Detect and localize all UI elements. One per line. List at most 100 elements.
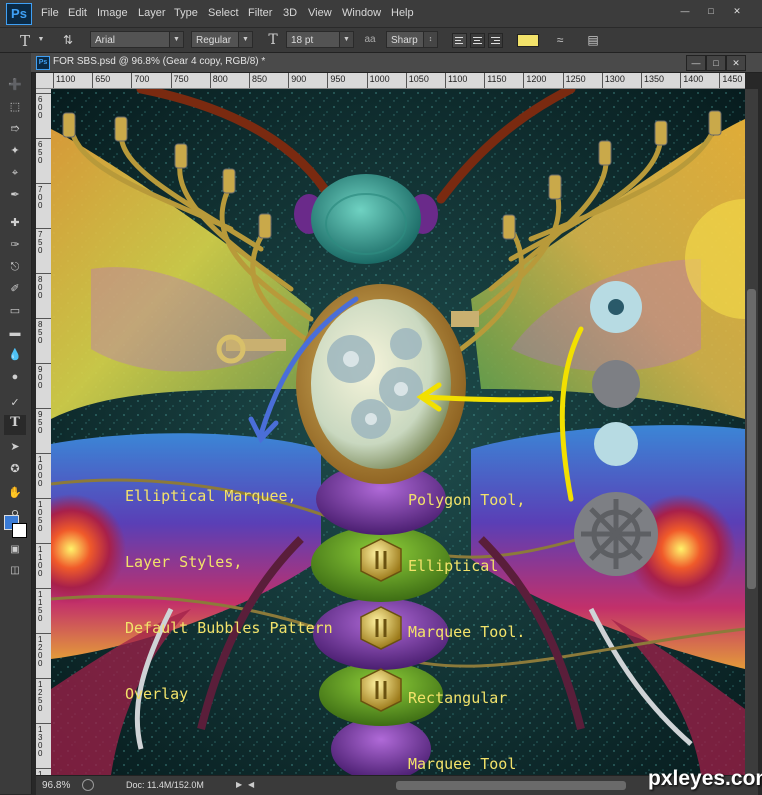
text-color-swatch[interactable]: [517, 34, 539, 47]
ruler-label: 800: [38, 275, 43, 300]
screen-mode-icon[interactable]: ◫: [4, 561, 26, 581]
document-size: Doc: 11.4M/152.0M: [126, 780, 204, 790]
ruler-label: 1050: [408, 74, 429, 84]
minimize-document-button[interactable]: —: [686, 55, 706, 71]
blur-tool-icon[interactable]: 💧: [4, 345, 26, 365]
antialias-icon: aa: [364, 34, 376, 45]
psd-file-icon: Ps: [36, 56, 50, 70]
menu-image[interactable]: Image: [97, 7, 128, 19]
ruler-tick: [36, 273, 51, 274]
annotation-line: Elliptical: [408, 557, 499, 575]
menu-filter[interactable]: Filter: [248, 7, 272, 19]
canvas-artwork[interactable]: Elliptical Marquee, Layer Styles, Defaul…: [51, 89, 745, 775]
menu-select[interactable]: Select: [208, 7, 239, 19]
close-document-button[interactable]: ✕: [726, 55, 746, 71]
menu-file[interactable]: File: [41, 7, 59, 19]
ruler-tick: [92, 73, 94, 88]
character-panel-icon[interactable]: ▤: [585, 32, 601, 48]
ruler-tick: [445, 73, 446, 88]
ruler-tick: [36, 498, 51, 499]
hand-tool-icon[interactable]: ✋: [4, 483, 26, 503]
ruler-tick: [641, 73, 642, 88]
lasso-tool-icon[interactable]: ➱: [4, 119, 26, 139]
status-menu-arrow-icon[interactable]: ▶: [236, 780, 242, 789]
ruler-label: 1100: [56, 74, 76, 84]
document-tab[interactable]: Ps FOR SBS.psd @ 96.8% (Gear 4 copy, RGB…: [31, 53, 762, 73]
crop-tool-icon[interactable]: ⌖: [4, 163, 26, 183]
annotation-right: Polygon Tool, Elliptical Marquee Tool. R…: [408, 445, 525, 775]
ruler-tick: [680, 73, 682, 88]
restore-document-button[interactable]: □: [706, 55, 726, 71]
gradient-tool-icon[interactable]: ▬: [4, 323, 26, 343]
chevron-updown-icon: ↕: [423, 32, 437, 47]
restore-app-button[interactable]: □: [702, 4, 720, 18]
background-color-swatch[interactable]: [12, 523, 27, 538]
horizontal-scroll-thumb[interactable]: [396, 781, 626, 790]
dodge-tool-icon[interactable]: ●: [4, 367, 26, 387]
font-style-select[interactable]: Regular ▼: [191, 31, 253, 48]
ruler-tick: [36, 183, 51, 184]
ruler-label: 950: [38, 410, 43, 435]
menu-type[interactable]: Type: [174, 7, 198, 19]
annotation-line: Overlay: [125, 685, 189, 703]
document-title: FOR SBS.psd @ 96.8% (Gear 4 copy, RGB/8)…: [53, 56, 266, 67]
type-tool-icon[interactable]: T: [4, 415, 26, 435]
close-app-button[interactable]: ✕: [728, 4, 746, 18]
annotation-line: Marquee Tool: [408, 755, 517, 773]
quick-mask-icon[interactable]: ▣: [4, 540, 26, 560]
warp-text-icon[interactable]: ≈: [552, 32, 568, 48]
chevron-down-icon: ▼: [238, 32, 252, 47]
type-tool-icon[interactable]: T: [17, 32, 33, 50]
path-selection-tool-icon[interactable]: ➤: [4, 437, 26, 457]
custom-shape-tool-icon[interactable]: ✪: [4, 459, 26, 479]
tool-preset-chevron-icon[interactable]: ▼: [33, 32, 49, 48]
antialias-select[interactable]: Sharp ↕: [386, 31, 438, 48]
vertical-scroll-thumb[interactable]: [747, 289, 756, 589]
pen-tool-icon[interactable]: ✓: [4, 393, 26, 413]
history-brush-tool-icon[interactable]: ✐: [4, 279, 26, 299]
font-family-value: Arial: [95, 35, 116, 46]
align-center-button[interactable]: [470, 33, 485, 48]
eraser-tool-icon[interactable]: ▭: [4, 301, 26, 321]
marquee-tool-icon[interactable]: ⬚: [4, 97, 26, 117]
ruler-label: 700: [134, 74, 150, 84]
align-left-button[interactable]: [452, 33, 467, 48]
font-style-value: Regular: [196, 35, 232, 46]
ruler-tick: [366, 73, 368, 88]
clone-stamp-tool-icon[interactable]: ⎋: [4, 257, 26, 277]
ruler-label: 1100: [448, 74, 468, 84]
vertical-scrollbar[interactable]: [745, 89, 758, 775]
scroll-left-arrow-icon[interactable]: ◀: [248, 780, 254, 789]
menu-edit[interactable]: Edit: [68, 7, 87, 19]
menu-window[interactable]: Window: [342, 7, 381, 19]
ruler-tick: [209, 73, 211, 88]
chevron-down-icon: ▼: [339, 32, 353, 47]
status-info-icon[interactable]: [82, 779, 94, 791]
menu-help[interactable]: Help: [391, 7, 414, 19]
ruler-tick: [288, 73, 290, 88]
align-right-button[interactable]: [488, 33, 503, 48]
ruler-label: 700: [38, 185, 43, 210]
ruler-origin[interactable]: [36, 73, 52, 89]
ruler-label: 1050: [38, 500, 43, 533]
vertical-ruler[interactable]: 600 650 700 750 800 850 900 950 1000 1050 1100 1150…: [36, 89, 52, 775]
ruler-tick: [327, 73, 329, 88]
annotation-line: Default Bubbles Pattern: [125, 619, 333, 637]
zoom-level[interactable]: 96.8%: [42, 780, 70, 791]
text-orientation-icon[interactable]: ⇅: [60, 32, 76, 48]
ruler-tick: [36, 723, 51, 724]
move-tool-icon[interactable]: ➕: [4, 75, 26, 95]
font-family-select[interactable]: Arial ▼: [90, 31, 184, 48]
brush-tool-icon[interactable]: ✑: [4, 235, 26, 255]
font-size-value: 18 pt: [291, 35, 314, 46]
healing-brush-tool-icon[interactable]: ✚: [4, 213, 26, 233]
menu-3d[interactable]: 3D: [283, 7, 297, 19]
ruler-label: 1150: [487, 74, 507, 84]
minimize-app-button[interactable]: —: [676, 4, 694, 18]
menu-layer[interactable]: Layer: [138, 7, 166, 19]
horizontal-ruler[interactable]: 1100 650 700 750 800 850 900 950 1000 1050 1100 115…: [51, 73, 745, 89]
magic-wand-tool-icon[interactable]: ✦: [4, 141, 26, 161]
eyedropper-tool-icon[interactable]: ✒: [4, 185, 26, 205]
menu-view[interactable]: View: [308, 7, 332, 19]
font-size-select[interactable]: 18 pt ▼: [286, 31, 354, 48]
